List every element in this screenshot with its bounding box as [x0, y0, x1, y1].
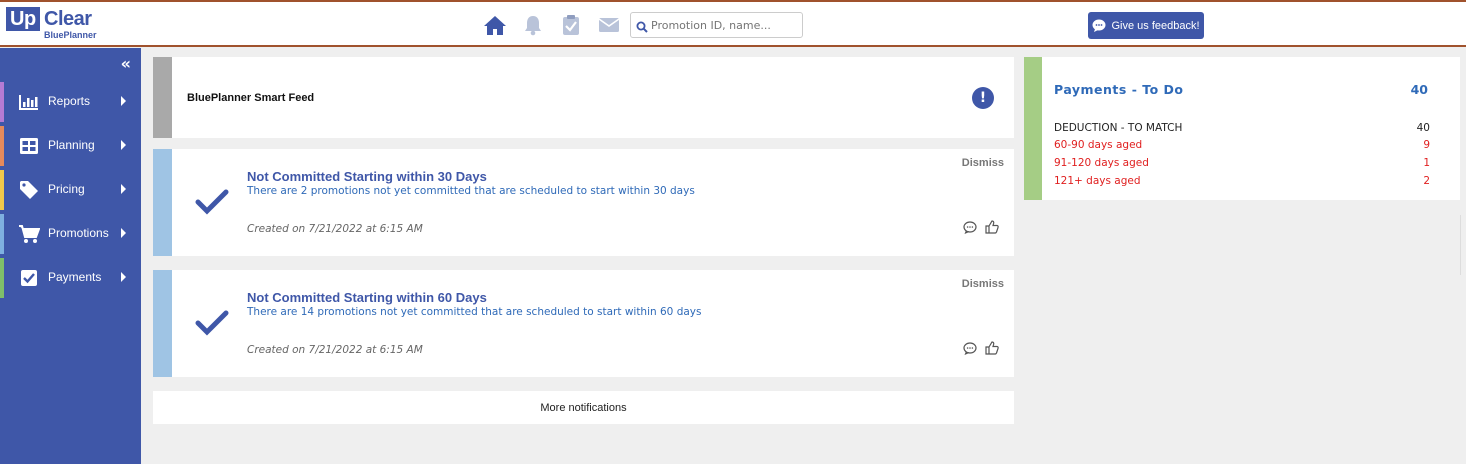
alert-icon[interactable]: !	[972, 87, 994, 109]
feedback-button[interactable]: Give us feedback!	[1088, 12, 1204, 39]
cart-icon	[18, 224, 40, 244]
logo-up: Up	[6, 7, 40, 31]
bell-icon[interactable]	[520, 13, 546, 37]
notification-card: Not Committed Starting within 60 Days Th…	[153, 270, 1014, 377]
notification-actions	[963, 340, 999, 359]
clipboard-check-icon[interactable]	[558, 13, 584, 37]
upclear-logo[interactable]: Up Clear BluePlanner	[6, 7, 106, 43]
payments-count[interactable]: 40	[1411, 82, 1428, 97]
payments-row[interactable]: 60-90 days aged 9	[1054, 139, 1430, 151]
comment-icon[interactable]	[963, 340, 977, 359]
mail-icon[interactable]	[596, 13, 622, 37]
payments-row[interactable]: 121+ days aged 2	[1054, 175, 1430, 187]
checkbox-icon	[18, 268, 40, 288]
notification-title[interactable]: Not Committed Starting within 60 Days	[247, 290, 487, 305]
payments-row-label: DEDUCTION - TO MATCH	[1054, 122, 1183, 134]
sidebar-item-planning[interactable]: Planning	[0, 126, 141, 166]
chevron-right-icon	[121, 96, 126, 106]
nav-stripe	[0, 214, 4, 254]
notification-description[interactable]: There are 14 promotions not yet committe…	[247, 306, 701, 318]
payments-bar	[1024, 57, 1042, 200]
sidebar-item-reports[interactable]: Reports	[0, 82, 141, 122]
top-bar: Up Clear BluePlanner Give us feedback!	[0, 0, 1466, 47]
nav-stripe	[0, 170, 4, 210]
payments-row-value: 1	[1423, 157, 1430, 169]
thumbs-up-icon[interactable]	[985, 340, 999, 359]
top-icons	[482, 13, 634, 37]
logo-clear: Clear	[44, 8, 92, 30]
payments-row-value: 9	[1423, 139, 1430, 151]
payments-title[interactable]: Payments - To Do	[1054, 82, 1184, 97]
smart-feed-header: BluePlanner Smart Feed !	[153, 57, 1014, 138]
feed-title: BluePlanner Smart Feed	[187, 92, 315, 104]
divider	[1460, 215, 1461, 275]
sidebar-item-label: Planning	[48, 138, 95, 152]
checkmark-icon	[195, 310, 229, 340]
sidebar-item-label: Pricing	[48, 182, 85, 196]
chevron-right-icon	[121, 228, 126, 238]
chevron-right-icon	[121, 140, 126, 150]
sidebar-item-payments[interactable]: Payments	[0, 258, 141, 298]
notification-date: Created on 7/21/2022 at 6:15 AM	[247, 223, 423, 235]
payments-row-label: 121+ days aged	[1054, 175, 1141, 187]
payments-row[interactable]: DEDUCTION - TO MATCH 40	[1054, 122, 1430, 134]
sidebar-item-promotions[interactable]: Promotions	[0, 214, 141, 254]
notification-description[interactable]: There are 2 promotions not yet committed…	[247, 185, 695, 197]
payments-row-label: 91-120 days aged	[1054, 157, 1149, 169]
sidebar-item-label: Reports	[48, 94, 91, 108]
thumbs-up-icon[interactable]	[985, 219, 999, 238]
sidebar-item-pricing[interactable]: Pricing	[0, 170, 141, 210]
payments-row-value: 2	[1423, 175, 1430, 187]
notification-bar	[153, 270, 172, 377]
sidebar: « Reports Planning Pricing Promotions Pa…	[0, 48, 141, 464]
logo-sub: BluePlanner	[44, 30, 97, 40]
search-input[interactable]	[651, 16, 799, 34]
search-box[interactable]	[630, 12, 803, 38]
payments-todo-panel: Payments - To Do 40 DEDUCTION - TO MATCH…	[1024, 57, 1460, 200]
tag-icon	[18, 180, 40, 200]
feedback-label: Give us feedback!	[1111, 19, 1200, 32]
feed-bar	[153, 57, 172, 138]
dismiss-button[interactable]: Dismiss	[962, 157, 1004, 169]
payments-row-label: 60-90 days aged	[1054, 139, 1143, 151]
notification-card: Not Committed Starting within 30 Days Th…	[153, 149, 1014, 256]
chevron-right-icon	[121, 272, 126, 282]
search-icon	[636, 18, 648, 37]
nav-stripe	[0, 258, 4, 298]
payments-row-value: 40	[1416, 122, 1430, 134]
grid-icon	[18, 136, 40, 156]
sidebar-item-label: Promotions	[48, 226, 109, 240]
chat-bubble-icon	[1092, 19, 1106, 32]
notification-title[interactable]: Not Committed Starting within 30 Days	[247, 169, 487, 184]
home-icon[interactable]	[482, 13, 508, 37]
comment-icon[interactable]	[963, 219, 977, 238]
more-notifications-button[interactable]: More notifications	[153, 391, 1014, 424]
notification-actions	[963, 219, 999, 238]
sidebar-item-label: Payments	[48, 270, 102, 284]
notification-date: Created on 7/21/2022 at 6:15 AM	[247, 344, 423, 356]
nav-stripe	[0, 126, 4, 166]
nav-stripe	[0, 82, 4, 122]
collapse-sidebar-icon[interactable]: «	[121, 54, 131, 73]
checkmark-icon	[195, 189, 229, 219]
payments-row[interactable]: 91-120 days aged 1	[1054, 157, 1430, 169]
bar-chart-icon	[18, 92, 40, 112]
chevron-right-icon	[121, 184, 126, 194]
dismiss-button[interactable]: Dismiss	[962, 278, 1004, 290]
notification-bar	[153, 149, 172, 256]
